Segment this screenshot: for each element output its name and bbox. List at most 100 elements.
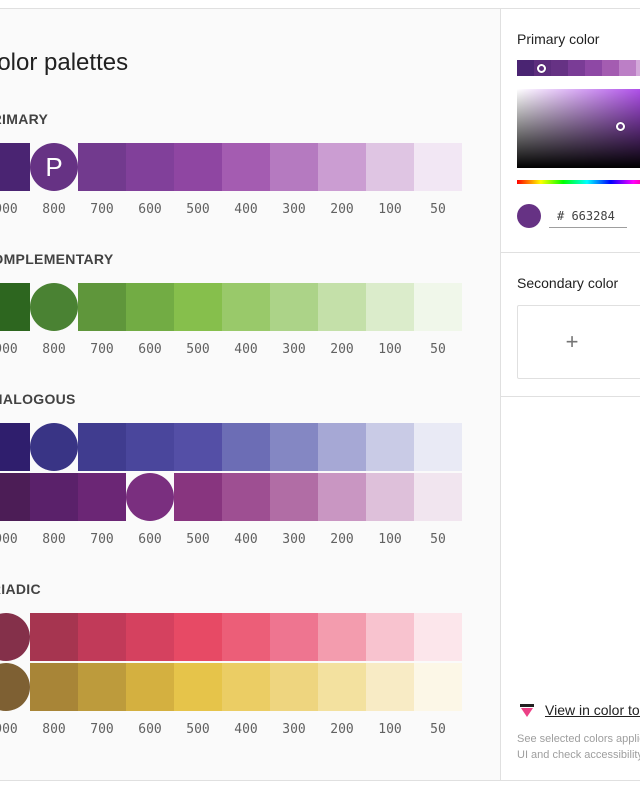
color-swatch-400[interactable]	[222, 663, 270, 711]
strip-shade[interactable]	[619, 60, 636, 76]
color-swatch-200[interactable]	[318, 423, 366, 471]
color-swatch-50[interactable]	[414, 473, 462, 521]
color-swatch-600[interactable]	[126, 283, 174, 331]
color-swatch-900[interactable]	[0, 283, 30, 331]
color-swatch-50[interactable]	[414, 283, 462, 331]
color-swatch-200[interactable]	[318, 473, 366, 521]
shade-label: 900	[0, 342, 18, 357]
color-swatch-500[interactable]	[174, 283, 222, 331]
color-swatch-100[interactable]	[366, 423, 414, 471]
strip-shade[interactable]	[568, 60, 585, 76]
color-swatch-300[interactable]	[270, 423, 318, 471]
strip-shade[interactable]	[636, 60, 640, 76]
color-swatch-700[interactable]	[78, 613, 126, 661]
color-swatch-50[interactable]	[414, 423, 462, 471]
strip-shade[interactable]	[602, 60, 619, 76]
color-swatch-900[interactable]	[0, 613, 30, 661]
color-swatch-400[interactable]	[222, 423, 270, 471]
color-sidebar: Primary color # 663284 Secondary color +…	[501, 9, 640, 780]
color-swatch-900[interactable]	[0, 423, 30, 471]
shade-label: 800	[42, 722, 66, 737]
strip-shade[interactable]	[551, 60, 568, 76]
color-swatch-200[interactable]	[318, 143, 366, 191]
color-swatch-300[interactable]	[270, 283, 318, 331]
color-swatch-700[interactable]	[78, 473, 126, 521]
note-line: UI and check accessibility	[517, 749, 640, 761]
strip-selector-knob[interactable]	[537, 64, 546, 73]
shade-label: 200	[330, 342, 354, 357]
color-swatch-50[interactable]	[414, 613, 462, 661]
color-swatch-300[interactable]	[270, 473, 318, 521]
analogous-shade-labels: 900 800 700 600 500 400 300 200 100 50	[0, 532, 462, 547]
strip-shade[interactable]	[585, 60, 602, 76]
shade-label: 50	[430, 202, 446, 217]
color-swatch-500[interactable]	[174, 423, 222, 471]
color-swatch-500[interactable]	[174, 473, 222, 521]
palette-panel: Color palettes PRIMARY P 900 800 700 600 500 40…	[0, 9, 500, 780]
color-swatch-200[interactable]	[318, 663, 366, 711]
color-swatch-800[interactable]	[30, 473, 78, 521]
color-tool-note: See selected colors applied to UI and ch…	[517, 731, 640, 763]
color-swatch-700[interactable]	[78, 663, 126, 711]
color-swatch-50[interactable]	[414, 143, 462, 191]
color-swatch-600[interactable]	[126, 613, 174, 661]
strip-shade[interactable]	[517, 60, 534, 76]
shade-label: 100	[378, 722, 402, 737]
primary-shade-labels: 900 800 700 600 500 400 300 200 100 50	[0, 202, 462, 217]
color-swatch-300[interactable]	[270, 663, 318, 711]
view-in-color-tool-link[interactable]: View in color tool	[545, 702, 640, 718]
shade-label: 500	[186, 722, 210, 737]
color-swatch-300[interactable]	[270, 143, 318, 191]
color-swatch-600[interactable]	[126, 663, 174, 711]
color-swatch-900[interactable]	[0, 143, 30, 191]
color-swatch-600[interactable]	[126, 423, 174, 471]
shade-label: 500	[186, 202, 210, 217]
primary-hex-input[interactable]: # 663284	[549, 207, 627, 228]
color-swatch-600[interactable]	[126, 143, 174, 191]
color-swatch-400[interactable]	[222, 613, 270, 661]
color-swatch-200[interactable]	[318, 613, 366, 661]
color-swatch-400[interactable]	[222, 473, 270, 521]
shade-label: 100	[378, 202, 402, 217]
color-swatch-800[interactable]	[30, 663, 78, 711]
primary-shade-strip[interactable]	[517, 60, 640, 76]
color-swatch-700[interactable]	[78, 283, 126, 331]
shade-label: 300	[282, 532, 306, 547]
color-swatch-50[interactable]	[414, 663, 462, 711]
color-swatch-600[interactable]	[126, 473, 174, 521]
color-swatch-900[interactable]	[0, 473, 30, 521]
color-swatch-800[interactable]	[30, 423, 78, 471]
color-swatch-200[interactable]	[318, 283, 366, 331]
color-swatch-100[interactable]	[366, 143, 414, 191]
color-swatch-800[interactable]	[30, 613, 78, 661]
shade-label: 100	[378, 342, 402, 357]
color-swatch-100[interactable]	[366, 663, 414, 711]
color-swatch-700[interactable]	[78, 143, 126, 191]
color-swatch-500[interactable]	[174, 663, 222, 711]
complementary-shade-labels: 900 800 700 600 500 400 300 200 100 50	[0, 342, 462, 357]
color-swatch-700[interactable]	[78, 423, 126, 471]
color-swatch-100[interactable]	[366, 613, 414, 661]
color-swatch-500[interactable]	[174, 143, 222, 191]
shade-label: 400	[234, 202, 258, 217]
color-swatch-800[interactable]: P	[30, 143, 78, 191]
color-swatch-400[interactable]	[222, 143, 270, 191]
add-secondary-color-button[interactable]: +	[517, 305, 640, 379]
color-swatch-400[interactable]	[222, 283, 270, 331]
color-swatch-100[interactable]	[366, 473, 414, 521]
shade-label: 900	[0, 202, 18, 217]
color-swatch-300[interactable]	[270, 613, 318, 661]
shade-label: 700	[90, 202, 114, 217]
picker-cursor[interactable]	[616, 122, 625, 131]
shade-label: 500	[186, 532, 210, 547]
color-swatch-100[interactable]	[366, 283, 414, 331]
triadic-shade-labels: 900 800 700 600 500 400 300 200 100 50	[0, 722, 462, 737]
analogous-palette-row	[0, 423, 462, 471]
shade-label: 300	[282, 722, 306, 737]
color-tool-icon	[520, 704, 534, 717]
analogous-palette-row	[0, 473, 462, 521]
color-swatch-900[interactable]	[0, 663, 30, 711]
color-swatch-500[interactable]	[174, 613, 222, 661]
color-swatch-800[interactable]	[30, 283, 78, 331]
hue-slider[interactable]	[517, 180, 640, 184]
